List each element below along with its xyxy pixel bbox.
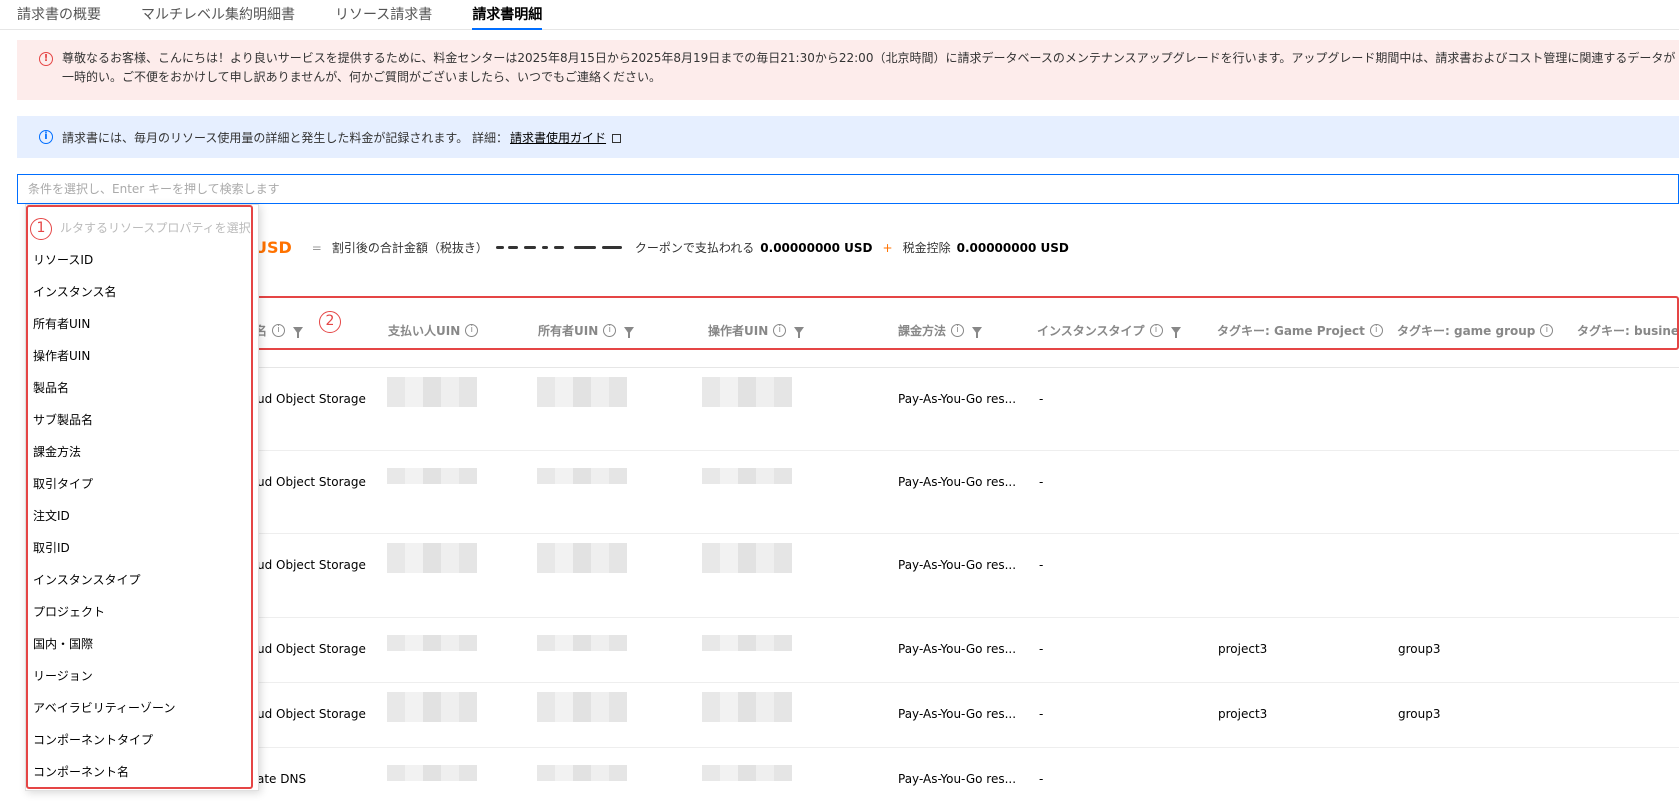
owner-uin-redacted [537,543,627,573]
info-alert: i 請求書には、毎月のリソース使用量の詳細と発生した料金が記録されます。 詳細：… [17,116,1679,158]
header-highlight-box [255,296,1679,350]
operator-uin-redacted [702,543,792,573]
tag-game-project-cell: project3 [1218,707,1268,721]
product-name-cell: ate DNS [257,772,307,786]
instance-type-cell: - [1039,642,1044,656]
total-currency: USD [254,238,292,257]
info-alert-message: 請求書には、毎月のリソース使用量の詳細と発生した料金が記録されます。 詳細： [62,131,509,145]
redacted-value [494,243,629,253]
info-alert-text: 請求書には、毎月のリソース使用量の詳細と発生した料金が記録されます。 詳細： 請求… [62,129,622,146]
operator-uin-redacted [702,692,792,722]
billing-method-cell: Pay-As-You-Go res... [898,558,1017,572]
dropdown-highlight-box [26,205,253,789]
cost-summary: USD = 割引後の合計金額（税抜き） クーポンで支払われる 0.0000000… [254,238,1069,257]
instance-type-cell: - [1039,392,1044,406]
tab-multilevel-summary[interactable]: マルチレベル集約明細書 [141,0,295,30]
maintenance-alert-text: 尊敬なるお客様、こんにちは！より良いサービスを提供するために、料金センターは20… [62,51,1676,84]
table-row[interactable]: ud Object Storage Pay-As-You-Go res... - [35,368,1679,451]
maintenance-alert: ! 尊敬なるお客様、こんにちは！より良いサービスを提供するために、料金センターは… [17,40,1679,100]
instance-type-cell: - [1039,707,1044,721]
discounted-total-label: 割引後の合計金額（税抜き） [331,241,488,255]
table-row[interactable]: ud Object Storage Pay-As-You-Go res... -… [35,618,1679,683]
product-name-cell: ud Object Storage [257,392,366,406]
payer-uin-redacted [387,692,477,722]
external-link-icon[interactable] [612,134,622,143]
coupon-value: 0.00000000 USD [760,240,873,255]
annotation-badge-2: 2 [319,311,341,333]
operator-uin-redacted [702,468,792,484]
owner-uin-redacted [537,635,627,651]
guide-link[interactable]: 請求書使用ガイド [510,131,606,145]
owner-uin-redacted [537,468,627,484]
tax-deduction-value: 0.00000000 USD [956,240,1069,255]
payer-uin-redacted [387,765,477,781]
owner-uin-redacted [537,765,627,781]
table-row[interactable]: ud Object Storage Pay-As-You-Go res... -… [35,683,1679,748]
payer-uin-redacted [387,468,477,484]
tab-bill-details[interactable]: 請求書明細 [472,0,543,30]
search-input[interactable]: 条件を選択し、Enter キーを押して検索します [17,174,1679,204]
table-row[interactable]: ud Object Storage Pay-As-You-Go res... - [35,534,1679,618]
billing-method-cell: Pay-As-You-Go res... [898,475,1017,489]
instance-type-cell: - [1039,475,1044,489]
equals-sign: = [311,240,322,255]
tax-deduction-label: 税金控除 [902,241,951,255]
payer-uin-redacted [387,377,477,407]
instance-type-cell: - [1039,772,1044,786]
payer-uin-redacted [387,543,477,573]
product-name-cell: ud Object Storage [257,558,366,572]
coupon-label: クーポンで支払われる [634,241,755,255]
tab-resource-bill[interactable]: リソース請求書 [335,0,432,30]
billing-method-cell: Pay-As-You-Go res... [898,707,1017,721]
owner-uin-redacted [537,692,627,722]
product-name-cell: ud Object Storage [257,707,366,721]
operator-uin-redacted [702,377,792,407]
tag-game-group-cell: group3 [1398,707,1441,721]
billing-method-cell: Pay-As-You-Go res... [898,392,1017,406]
payer-uin-redacted [387,635,477,651]
tab-bill-overview[interactable]: 請求書の概要 [17,0,101,30]
info-icon: i [39,130,53,144]
operator-uin-redacted [702,635,792,651]
tag-game-group-cell: group3 [1398,642,1441,656]
owner-uin-redacted [537,377,627,407]
product-name-cell: ud Object Storage [257,475,366,489]
billing-method-cell: Pay-As-You-Go res... [898,772,1017,786]
plus-sign: + [882,240,893,255]
product-name-cell: ud Object Storage [257,642,366,656]
annotation-badge-1: 1 [30,218,52,240]
error-icon: ! [39,52,53,66]
table-row[interactable]: ud Object Storage Pay-As-You-Go res... - [35,451,1679,534]
tab-bar: 請求書の概要 マルチレベル集約明細書 リソース請求書 請求書明細 [0,0,1679,30]
tag-game-project-cell: project3 [1218,642,1268,656]
instance-type-cell: - [1039,558,1044,572]
billing-method-cell: Pay-As-You-Go res... [898,642,1017,656]
table-row[interactable]: ate DNS Pay-As-You-Go res... - [35,748,1679,807]
operator-uin-redacted [702,765,792,781]
